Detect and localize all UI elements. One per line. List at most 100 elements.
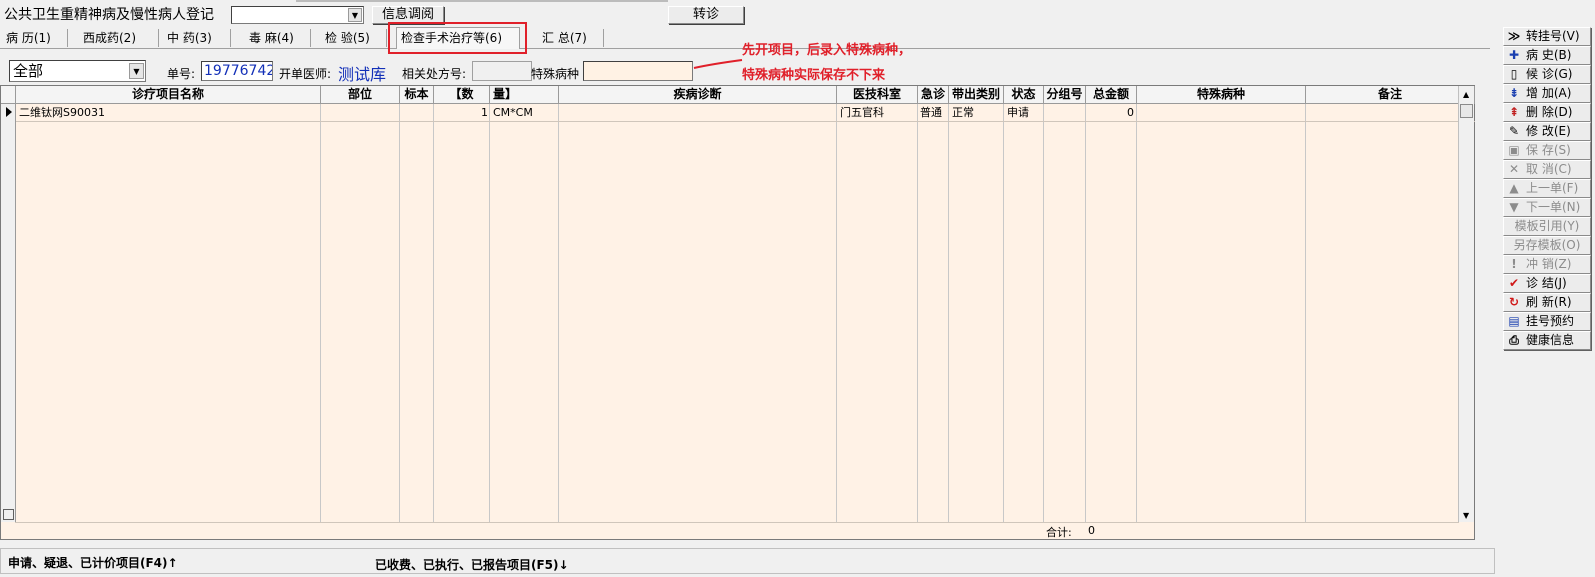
button-label: 删 除(D) [1526,105,1573,119]
col-header-group[interactable]: 分组号 [1044,86,1086,104]
button-label: 冲 销(Z) [1526,257,1572,271]
pending-items-toggle[interactable]: 申请、疑退、已计价项目(F4)↑ [8,554,178,571]
grid-corner [1,86,16,104]
registration-select[interactable]: ▼ [231,6,364,24]
scroll-thumb[interactable] [1460,104,1473,118]
save-button[interactable]: ▣ 保 存(S) [1503,141,1591,160]
col-divider [917,104,918,522]
col-divider [836,104,837,522]
tab-lab-tests[interactable]: 检 验(5) [321,29,387,47]
top-divider [0,0,1490,2]
scope-select[interactable]: 全部 ▼ [9,60,146,82]
delete-list-icon: ⇞ [1508,105,1520,119]
waiting-button[interactable]: ▯ 候 诊(G) [1503,65,1591,84]
health-info-button[interactable]: ⎙ 健康信息 [1503,331,1591,350]
total-label: 合计: [1046,526,1072,539]
plus-icon: ✚ [1508,48,1520,62]
col-header-qty[interactable]: 【数 [434,86,490,104]
next-order-button[interactable]: ▼ 下一单(N) [1503,198,1591,217]
registration-label: 公共卫生重精神病及慢性病人登记 [4,7,214,23]
tab-narcotics[interactable]: 毒 麻(4) [245,29,311,47]
col-header-note[interactable]: 备注 [1306,86,1475,104]
cell-status: 申请 [1007,106,1029,119]
related-rx-field[interactable] [472,61,532,81]
items-grid: 诊疗项目名称 部位 标本 【数 量】 疾病诊断 医技科室 急诊 带出类别 状态 … [0,85,1475,540]
col-divider [948,104,949,522]
special-disease-field[interactable] [583,61,693,81]
highlight-box [388,22,527,54]
related-rx-label: 相关处方号: [402,67,467,81]
scroll-up-icon[interactable]: ▲ [1463,90,1469,99]
edit-icon: ✎ [1508,124,1520,138]
cell-urgent: 普通 [920,106,942,119]
col-header-item-name[interactable]: 诊疗项目名称 [16,86,321,104]
transfer-button[interactable]: 转诊 [668,6,744,24]
col-header-specimen[interactable]: 标本 [400,86,434,104]
cell-qty: 1 [481,106,488,119]
history-button[interactable]: ✚ 病 史(B) [1503,46,1591,65]
delete-button[interactable]: ⇞ 删 除(D) [1503,103,1591,122]
appointment-button[interactable]: ▤ 挂号预约 [1503,312,1591,331]
tab-chinese-medicine[interactable]: 中 药(3) [163,29,231,47]
button-label: 模板引用(Y) [1514,219,1580,233]
order-number-field[interactable]: 19776742 [201,61,273,81]
save-icon: ▣ [1508,143,1520,157]
row-divider [15,121,1475,122]
col-header-category[interactable]: 带出类别 [949,86,1004,104]
transfer-registration-button[interactable]: ≫ 转挂号(V) [1503,27,1591,46]
tab-summary[interactable]: 汇 总(7) [538,29,604,47]
apply-template-button[interactable]: 模板引用(Y) [1503,217,1591,236]
add-button[interactable]: ⇟ 增 加(A) [1503,84,1591,103]
button-label: 增 加(A) [1526,86,1572,100]
chevron-down-icon[interactable]: ▼ [129,63,144,79]
appointment-icon: ▤ [1508,314,1520,328]
col-divider [1043,104,1044,522]
scroll-down-icon[interactable]: ▼ [1463,511,1469,520]
button-label: 下一单(N) [1526,200,1581,214]
cell-item-name: 二维钛网S90031 [19,106,105,119]
save-template-button[interactable]: 另存模板(O) [1503,236,1591,255]
cancel-button[interactable]: ✕ 取 消(C) [1503,160,1591,179]
tab-western-medicine[interactable]: 西成药(2) [79,29,159,47]
col-divider [1085,104,1086,522]
col-header-urgent[interactable]: 急诊 [918,86,949,104]
col-header-site[interactable]: 部位 [321,86,400,104]
col-header-amount[interactable]: 总金额 [1086,86,1137,104]
col-divider [1305,104,1306,522]
col-divider [489,104,490,522]
tab-medical-record[interactable]: 病 历(1) [2,29,68,47]
col-header-special-disease[interactable]: 特殊病种 [1137,86,1306,104]
button-label: 修 改(E) [1526,124,1571,138]
chevron-down-icon[interactable]: ▼ [348,8,362,22]
col-header-diagnosis[interactable]: 疾病诊断 [559,86,837,104]
col-header-status[interactable]: 状态 [1004,86,1044,104]
vertical-scrollbar[interactable]: ▲ ▼ [1458,86,1474,522]
col-divider [1003,104,1004,522]
order-number-label: 单号: [167,67,196,81]
col-header-dept[interactable]: 医技科室 [837,86,918,104]
refresh-button[interactable]: ↻ 刷 新(R) [1503,293,1591,312]
edit-button[interactable]: ✎ 修 改(E) [1503,122,1591,141]
reverse-button[interactable]: ! 冲 销(Z) [1503,255,1591,274]
button-label: 候 诊(G) [1526,67,1573,81]
bottom-status-bar [0,548,1495,574]
button-label: 保 存(S) [1526,143,1571,157]
col-header-unit[interactable]: 量】 [490,86,559,104]
button-label: 转挂号(V) [1526,29,1580,43]
document-icon: ▯ [1510,67,1518,81]
conclude-visit-button[interactable]: ✔ 诊 结(J) [1503,274,1591,293]
previous-order-button[interactable]: ▲ 上一单(F) [1503,179,1591,198]
completed-items-toggle[interactable]: 已收费、已执行、已报告项目(F5)↓ [375,556,569,573]
button-label: 病 史(B) [1526,48,1572,62]
col-divider [1136,104,1137,522]
select-all-box[interactable] [3,509,14,520]
cell-category: 正常 [952,106,974,119]
health-info-icon: ⎙ [1509,333,1519,347]
next-icon: ▼ [1509,200,1519,214]
col-divider [320,104,321,522]
button-label: 挂号预约 [1526,314,1575,328]
button-label: 上一单(F) [1526,181,1579,195]
doctor-value: 测试库 [338,65,387,84]
scope-select-value: 全部 [13,62,44,80]
button-label: 刷 新(R) [1526,295,1572,309]
